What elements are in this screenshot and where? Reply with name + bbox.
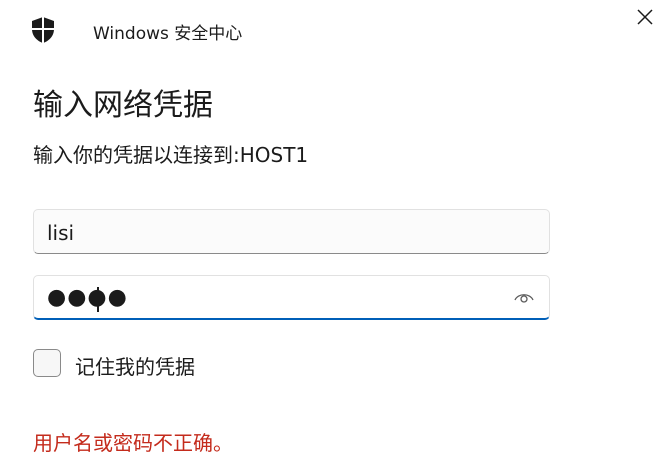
password-mask: ●●●● — [47, 285, 128, 310]
dialog-title: 输入网络凭据 — [33, 88, 213, 123]
username-field[interactable]: lisi — [33, 209, 550, 254]
close-button[interactable] — [629, 4, 661, 34]
shield-icon — [30, 16, 56, 44]
password-field[interactable]: ●●●● — [33, 275, 550, 320]
remember-checkbox[interactable] — [33, 349, 61, 377]
eye-icon — [514, 289, 534, 308]
reveal-password-button[interactable] — [511, 287, 537, 309]
username-value: lisi — [47, 221, 75, 245]
close-icon — [637, 9, 653, 29]
app-header — [30, 14, 56, 46]
app-title: Windows 安全中心 — [93, 24, 243, 44]
error-message: 用户名或密码不正确。 — [33, 431, 233, 455]
remember-checkbox-label[interactable]: 记住我的凭据 — [75, 351, 195, 380]
dialog-subtitle: 输入你的凭据以连接到:HOST1 — [33, 143, 309, 167]
text-caret — [97, 287, 99, 312]
